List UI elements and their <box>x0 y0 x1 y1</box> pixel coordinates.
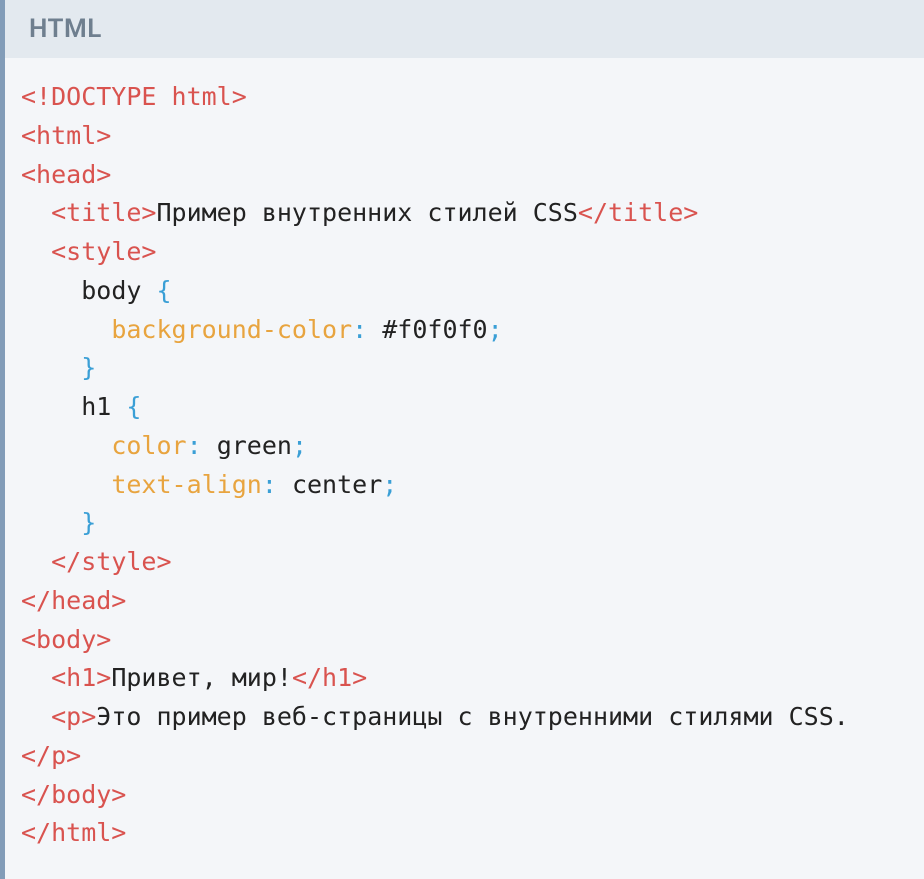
code-token-selector: h1 <box>81 392 126 421</box>
code-token-tag: <h1> <box>51 663 111 692</box>
code-indent <box>21 315 111 344</box>
code-token-value: green <box>217 431 292 460</box>
code-indent <box>21 702 51 731</box>
code-indent <box>21 198 51 227</box>
code-indent <box>21 547 51 576</box>
code-token-brace: { <box>126 392 141 421</box>
code-token-doctype: <!DOCTYPE html> <box>21 82 247 111</box>
code-token-tag: <style> <box>51 237 156 266</box>
code-token-tag: <title> <box>51 198 156 227</box>
code-token-value: #f0f0f0 <box>382 315 487 344</box>
code-token-colon: : <box>262 470 292 499</box>
code-block: HTML <!DOCTYPE html> <html> <head> <titl… <box>0 0 924 879</box>
code-indent <box>21 392 81 421</box>
code-token-value: center <box>292 470 382 499</box>
code-token-tag: </title> <box>578 198 698 227</box>
code-indent <box>21 276 81 305</box>
code-token-colon: : <box>352 315 382 344</box>
code-indent <box>21 237 51 266</box>
code-token-property: background-color <box>111 315 352 344</box>
code-token-tag: </html> <box>21 818 126 847</box>
code-token-tag: </h1> <box>292 663 367 692</box>
code-token-brace: } <box>81 353 96 382</box>
code-token-property: text-align <box>111 470 262 499</box>
code-token-brace: } <box>81 508 96 537</box>
code-language-label: HTML <box>5 0 924 58</box>
code-token-tag: <html> <box>21 121 111 150</box>
code-indent <box>21 508 81 537</box>
code-token-tag: </head> <box>21 586 126 615</box>
code-token-tag: </body> <box>21 780 126 809</box>
code-token-semicolon: ; <box>292 431 307 460</box>
code-token-property: color <box>111 431 186 460</box>
code-token-tag: <head> <box>21 160 111 189</box>
code-token-semicolon: ; <box>382 470 397 499</box>
code-indent <box>21 470 111 499</box>
code-token-text: Это пример веб-страницы с внутренними ст… <box>96 702 849 731</box>
code-token-text: Привет, мир! <box>111 663 292 692</box>
code-token-selector: body <box>81 276 156 305</box>
code-indent <box>21 663 51 692</box>
code-token-tag: </p> <box>21 741 81 770</box>
code-token-colon: : <box>187 431 217 460</box>
code-content: <!DOCTYPE html> <html> <head> <title>При… <box>5 58 924 879</box>
code-token-tag: <body> <box>21 625 111 654</box>
code-indent <box>21 431 111 460</box>
code-indent <box>21 353 81 382</box>
code-token-brace: { <box>156 276 171 305</box>
code-token-tag: <p> <box>51 702 96 731</box>
code-token-tag: </style> <box>51 547 171 576</box>
code-token-text: Пример внутренних стилей CSS <box>156 198 577 227</box>
code-token-semicolon: ; <box>488 315 503 344</box>
